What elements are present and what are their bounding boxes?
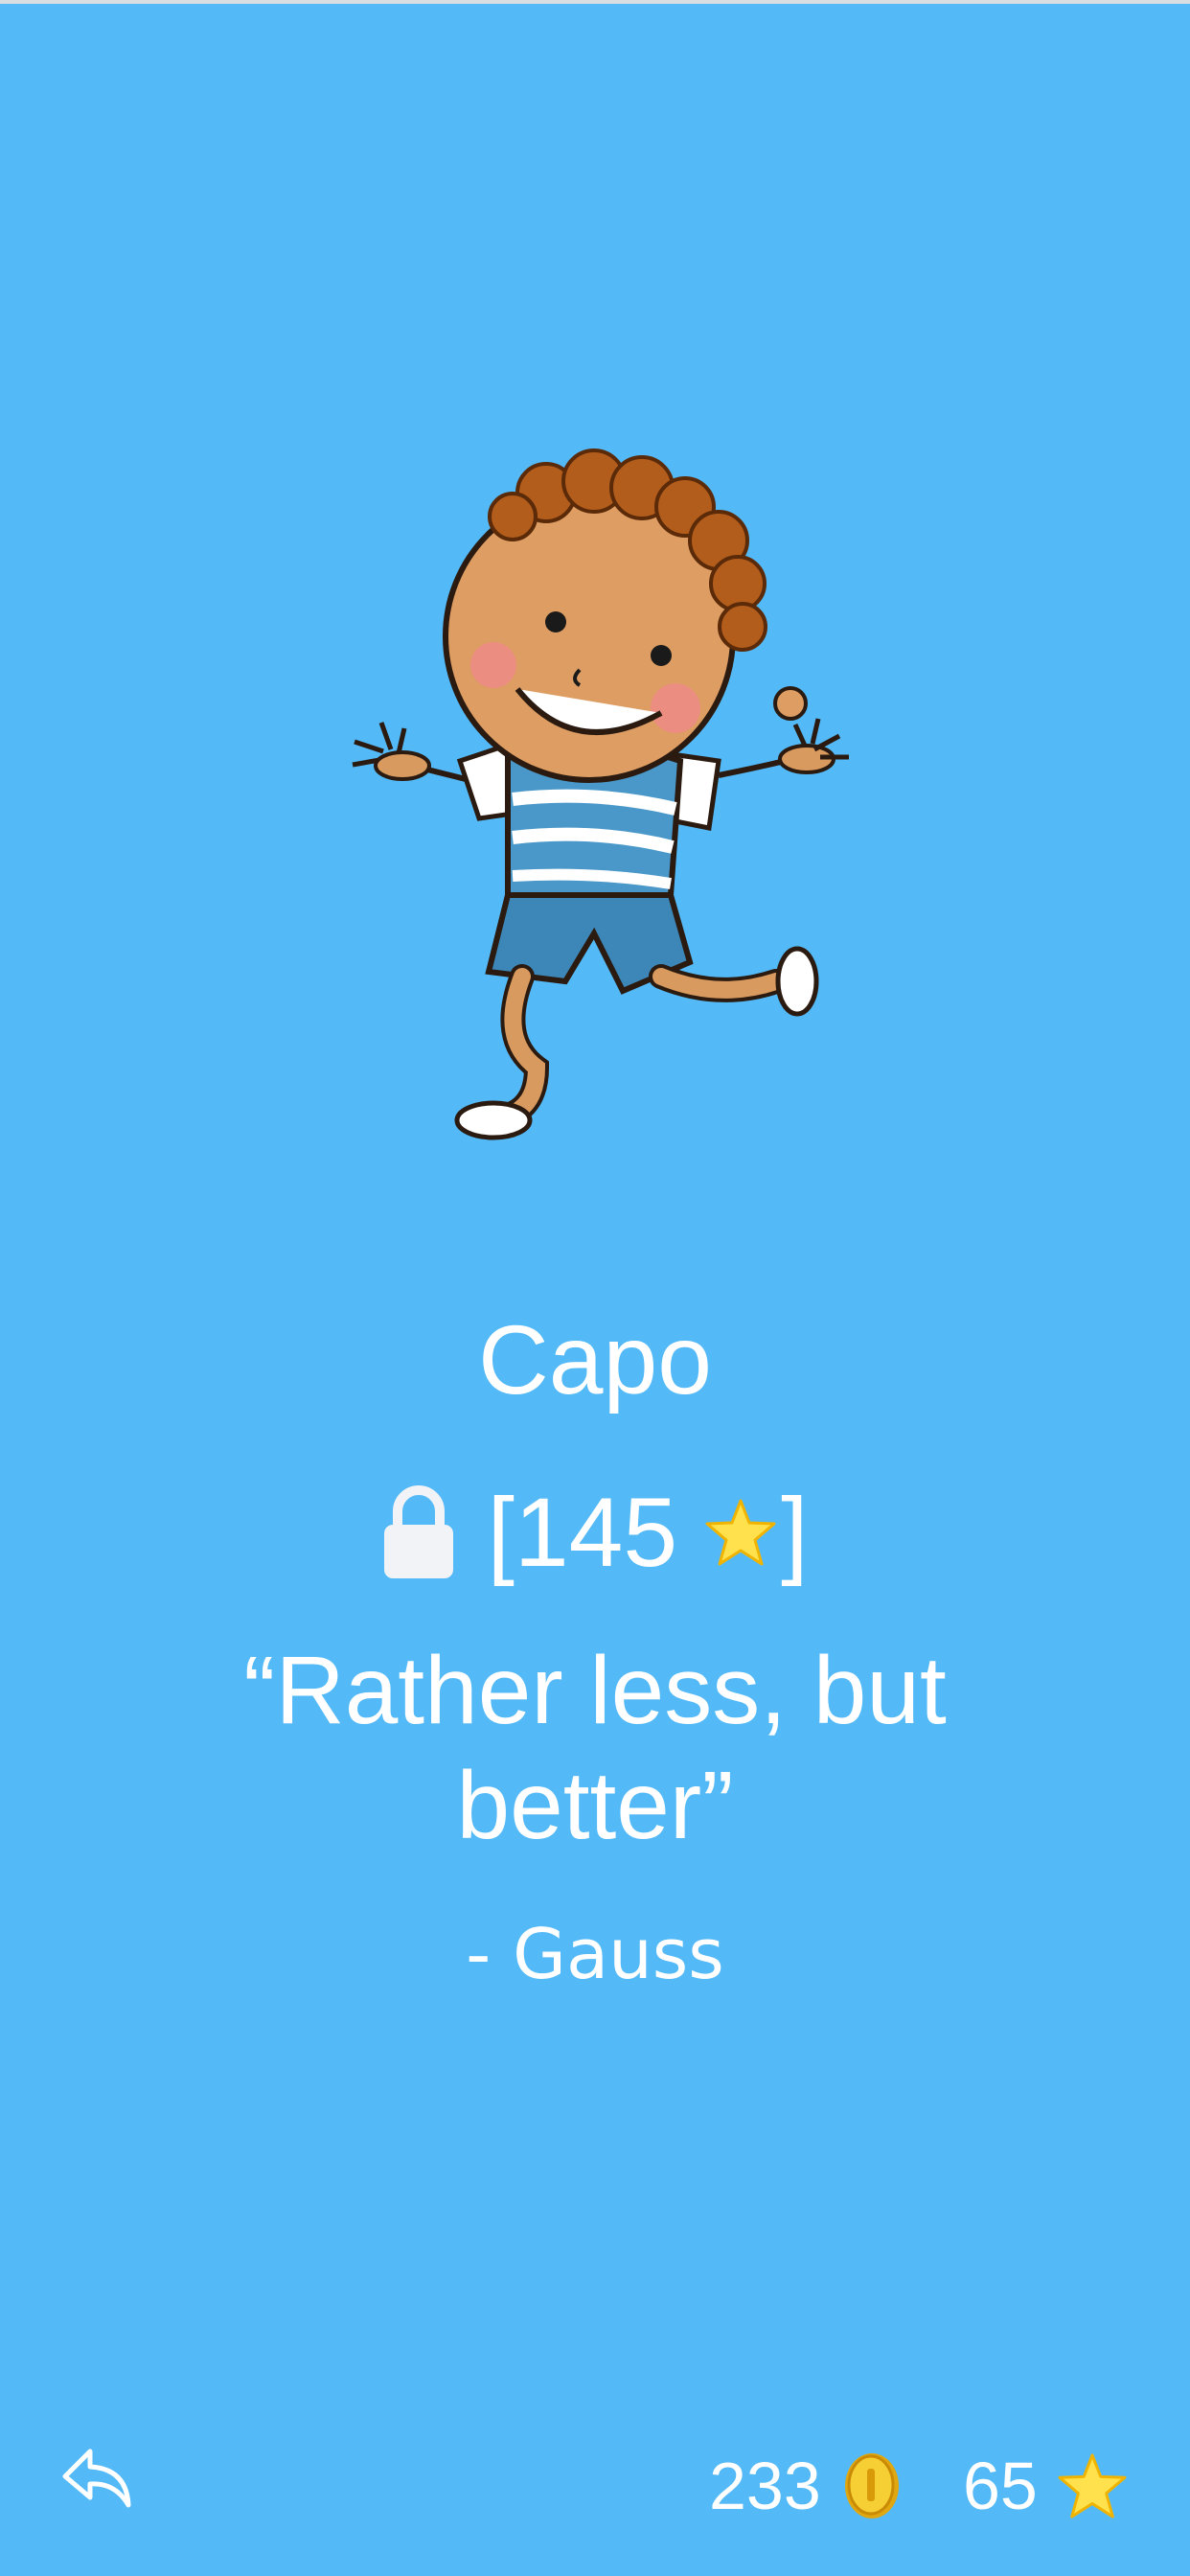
star-icon	[705, 1499, 776, 1566]
reply-arrow-icon[interactable]	[59, 2438, 136, 2515]
character-detail-screen: Capo [ 145 ] “Rather less, but better” -…	[0, 0, 1190, 2576]
star-count: 65	[963, 2449, 1038, 2523]
quote-author: - Gauss	[466, 1914, 724, 1994]
lock-icon	[383, 1485, 453, 1578]
quote-text: “Rather less, but better”	[243, 1637, 947, 1859]
gold-coin-icon	[844, 2453, 899, 2518]
unlock-cost: 145	[514, 1478, 678, 1587]
close-bracket: ]	[781, 1478, 809, 1587]
open-bracket: [	[487, 1478, 515, 1587]
unlock-cost-row[interactable]: [ 145 ]	[0, 1475, 1190, 1590]
coin-count: 233	[709, 2449, 821, 2523]
star-balance: 65	[963, 2443, 1128, 2529]
character-name: Capo	[478, 1305, 712, 1414]
character-illustration	[352, 448, 849, 1140]
coin-balance: 233	[709, 2443, 902, 2529]
star-icon	[1058, 2453, 1127, 2518]
